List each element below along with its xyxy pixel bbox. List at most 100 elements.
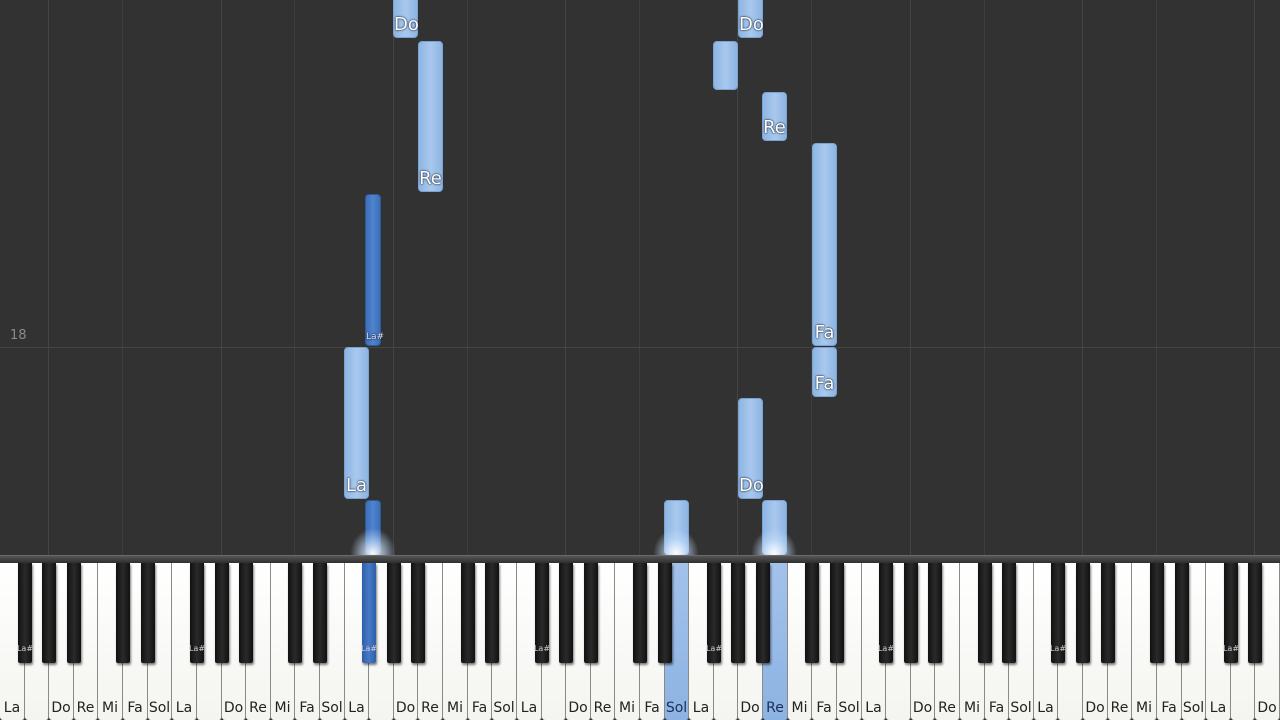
white-key-label: Sol	[148, 700, 171, 716]
note-label: La#	[366, 332, 385, 342]
white-key-label: Fa	[471, 700, 488, 716]
black-key[interactable]	[288, 563, 302, 663]
falling-note: La	[344, 347, 369, 499]
black-key[interactable]	[141, 563, 155, 663]
black-key[interactable]	[928, 563, 942, 663]
falling-note: Fa	[812, 143, 837, 346]
black-key[interactable]	[559, 563, 573, 663]
falling-note: Do	[393, 0, 419, 38]
white-key-label: Do	[912, 700, 933, 716]
note-label: Do	[739, 14, 764, 35]
black-key-label: La#	[705, 644, 723, 653]
white-key-label: Do	[51, 700, 71, 716]
black-key[interactable]	[633, 563, 647, 663]
measure-line	[0, 347, 1280, 348]
note-label: Re	[419, 168, 442, 189]
white-key-label: Fa	[127, 700, 143, 716]
white-key-label: Do	[1257, 700, 1277, 716]
white-key-label: Sol	[1010, 700, 1032, 716]
black-key[interactable]	[239, 563, 253, 663]
black-key[interactable]	[485, 563, 499, 663]
white-key-label: La	[3, 700, 21, 716]
white-key-label: Mi	[791, 700, 808, 716]
falling-note: Re	[762, 92, 787, 141]
white-key-label: Do	[1085, 700, 1105, 716]
falling-note: Do	[738, 0, 764, 38]
black-key[interactable]: La#	[17, 563, 33, 663]
white-key-label: La	[1037, 700, 1054, 716]
black-key[interactable]	[116, 563, 130, 663]
falling-note	[713, 41, 738, 90]
black-key[interactable]: La#	[361, 563, 377, 663]
white-key-label: Mi	[964, 700, 980, 716]
white-key-label: Fa	[1161, 700, 1177, 716]
black-key[interactable]	[731, 563, 745, 663]
note-label: Fa	[814, 373, 835, 394]
grid-line	[1254, 0, 1255, 555]
black-key[interactable]	[215, 563, 229, 663]
black-key[interactable]	[1175, 563, 1189, 663]
grid-line	[639, 0, 640, 555]
black-key[interactable]	[756, 563, 770, 663]
piano-keyboard: La Do Re Mi Fa Sol La Do Re Mi Fa Sol La Do Re Mi Fa Sol L…	[0, 563, 1280, 720]
black-key[interactable]: La#	[189, 563, 205, 663]
white-key-label: Sol	[838, 700, 860, 716]
grid-line	[48, 0, 49, 555]
black-key[interactable]	[461, 563, 475, 663]
black-key-label: La#	[1049, 644, 1067, 653]
falling-note	[762, 500, 787, 555]
falling-note: Re	[418, 41, 443, 192]
falling-note: La#	[365, 194, 385, 346]
black-key[interactable]	[805, 563, 819, 663]
measure-number: 18	[10, 328, 27, 343]
white-key-label: Do	[395, 700, 416, 716]
grid-line	[1156, 0, 1157, 555]
grid-line	[294, 0, 295, 555]
black-key[interactable]	[67, 563, 81, 663]
white-key-label: Mi	[1136, 700, 1152, 716]
white-key-label: Sol	[321, 700, 343, 716]
black-key[interactable]	[1248, 563, 1262, 663]
white-key-label: Re	[249, 700, 267, 716]
black-key[interactable]: La#	[706, 563, 722, 663]
white-key-label: Fa	[816, 700, 832, 716]
black-key[interactable]	[411, 563, 425, 663]
grid-line	[910, 0, 911, 555]
black-key[interactable]	[1076, 563, 1090, 663]
black-key[interactable]	[904, 563, 918, 663]
note-label: Fa	[814, 322, 835, 343]
grid-line	[1082, 0, 1083, 555]
black-key[interactable]	[584, 563, 598, 663]
black-key-label: La#	[533, 644, 551, 653]
black-key[interactable]: La#	[878, 563, 894, 663]
note-roll: 18 Do Re La# La Do Re Fa Fa Do	[0, 0, 1280, 555]
white-key-label: Do	[568, 700, 588, 716]
black-key[interactable]	[1101, 563, 1115, 663]
black-key[interactable]	[42, 563, 56, 663]
white-key-label: La	[348, 700, 365, 716]
black-key-label: La#	[16, 644, 34, 653]
white-key-label: Re	[421, 700, 439, 716]
white-key-label: Re	[938, 700, 956, 716]
black-key[interactable]	[830, 563, 844, 663]
white-key-label: Re	[1110, 700, 1129, 716]
black-key[interactable]	[658, 563, 672, 663]
grid-line	[467, 0, 468, 555]
black-key[interactable]	[1002, 563, 1016, 663]
black-key[interactable]	[1150, 563, 1164, 663]
grid-line	[122, 0, 123, 555]
white-key-label: La	[692, 700, 710, 716]
black-key[interactable]: La#	[1050, 563, 1066, 663]
black-key[interactable]: La#	[1223, 563, 1239, 663]
falling-note	[365, 500, 381, 555]
black-key[interactable]: La#	[534, 563, 550, 663]
note-label: Do	[394, 14, 419, 35]
white-key-label: La	[1209, 700, 1227, 716]
white-key-label: Fa	[299, 700, 315, 716]
note-label: La	[345, 475, 368, 496]
note-label: Re	[763, 117, 786, 138]
black-key[interactable]	[978, 563, 992, 663]
black-key-label: La#	[1222, 644, 1240, 653]
black-key[interactable]	[313, 563, 327, 663]
black-key[interactable]	[387, 563, 401, 663]
